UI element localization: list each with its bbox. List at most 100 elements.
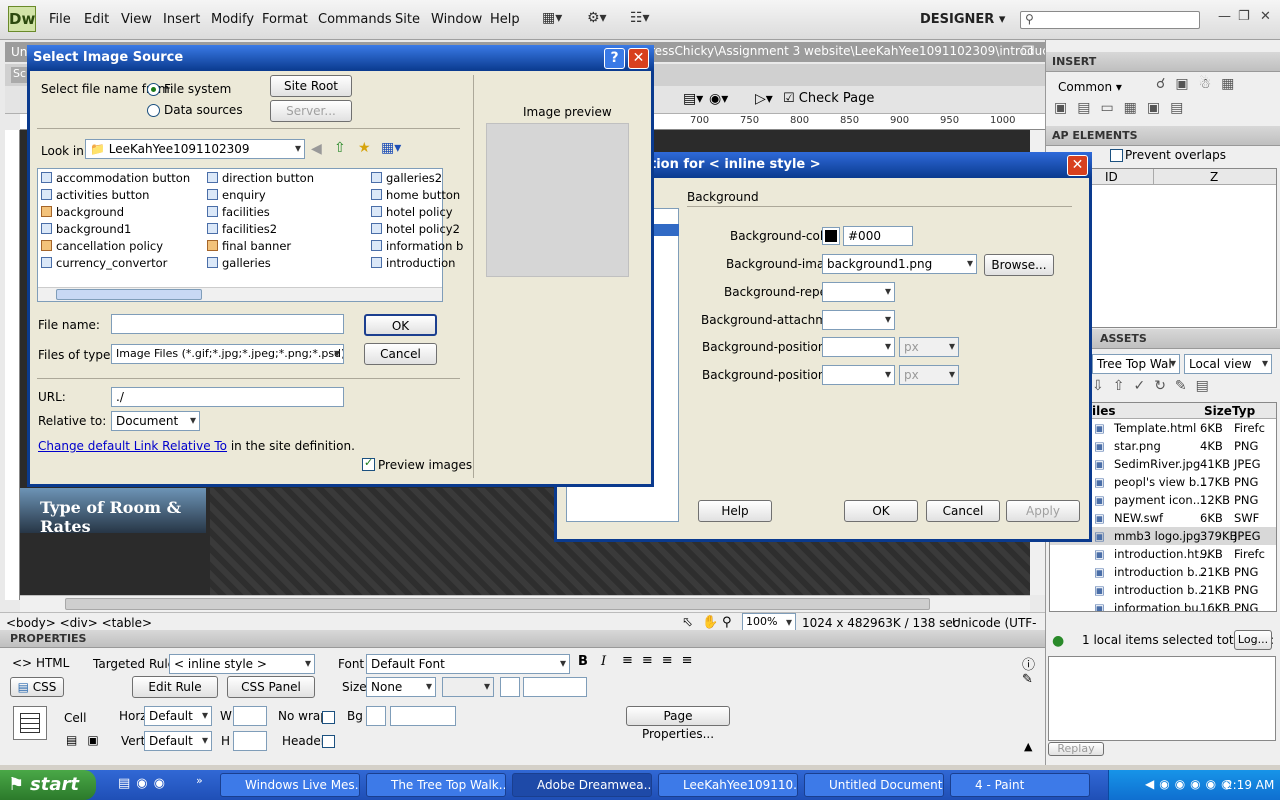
file-row[interactable]: introduction b... 21KB PNG ▣ (1050, 563, 1276, 581)
bg-attachment-select[interactable] (822, 310, 895, 330)
minimize-icon[interactable]: — (1218, 9, 1231, 24)
width-input[interactable] (233, 706, 267, 726)
file-management-icon[interactable]: ▤▾ (683, 91, 703, 107)
server-button[interactable]: Server... (270, 100, 352, 122)
text-color-input[interactable] (523, 677, 587, 697)
file-row[interactable]: introduction b... 21KB PNG ▣ (1050, 581, 1276, 599)
check-page-button[interactable]: ☑ Check Page (783, 91, 874, 106)
files-toolbar-icons[interactable]: ⇩⇧✓↻✎▤ (1092, 378, 1218, 394)
insert-icons[interactable]: ☌▣☃▦ (1156, 76, 1244, 92)
site-icon[interactable]: ☷▾ (630, 10, 660, 30)
browse-button[interactable]: Browse... (984, 254, 1054, 276)
bg-posy-select[interactable] (822, 365, 895, 385)
file-item[interactable]: final banner (207, 239, 291, 253)
ap-elements-header[interactable]: AP ELEMENTS (1046, 126, 1280, 146)
properties-header[interactable]: PROPERTIES (0, 630, 1045, 648)
html-mode-button[interactable]: <> HTML (12, 656, 69, 670)
menu-commands[interactable]: Commands (318, 12, 392, 27)
file-name-input[interactable] (111, 314, 344, 334)
file-item[interactable]: enquiry (207, 188, 266, 202)
file-item[interactable]: background (41, 205, 124, 219)
bg-image-select[interactable]: background1.png (822, 254, 977, 274)
quick-tag-icon[interactable]: ✎ (1022, 672, 1033, 687)
file-list-scrollbar[interactable] (38, 287, 442, 301)
horz-select[interactable]: Default (144, 706, 212, 726)
layout-icon[interactable]: ▦▾ (542, 10, 572, 30)
bg-color-value[interactable]: #000 (843, 226, 913, 246)
task-explorer-folder[interactable]: LeeKahYee109110... (658, 773, 798, 797)
menu-window[interactable]: Window (431, 12, 482, 27)
files-of-type-select[interactable]: Image Files (*.gif;*.jpg;*.jpeg;*.png;*.… (111, 344, 344, 364)
file-list[interactable]: accommodation button activities button bac… (37, 168, 463, 302)
insert-panel-header[interactable]: INSERT (1046, 52, 1280, 72)
gear-icon[interactable]: ⚙▾ (587, 10, 617, 30)
new-folder-icon[interactable]: ★ (358, 140, 371, 156)
search-input[interactable]: ⚲ (1020, 11, 1200, 29)
file-item[interactable]: galleries2 (371, 171, 442, 185)
relative-to-select[interactable]: Document (111, 411, 200, 431)
css-help-button[interactable]: Help (698, 500, 772, 522)
file-item[interactable]: facilities (207, 205, 270, 219)
bg-color-picker[interactable] (822, 227, 840, 245)
quick-launch-icons[interactable]: ▤◉◉ (118, 776, 171, 791)
close-icon[interactable]: ✕ (1260, 9, 1271, 24)
zoom-tool-icon[interactable]: ⚲ (722, 615, 732, 630)
bg-posx-select[interactable] (822, 337, 895, 357)
size-select[interactable]: None (366, 677, 436, 697)
back-icon[interactable]: ◀ (311, 141, 322, 157)
merge-split-icons[interactable]: ▤▣ (66, 733, 109, 747)
italic-icon[interactable]: I (601, 654, 606, 669)
file-item[interactable]: cancellation policy (41, 239, 163, 253)
hand-tool-icon[interactable]: ✋ (702, 615, 718, 630)
site-root-button[interactable]: Site Root (270, 75, 352, 97)
insert-icons-row2[interactable]: ▣▤▭▦▣▤ (1054, 100, 1193, 116)
file-item[interactable]: home button (371, 188, 460, 202)
bold-icon[interactable]: B (578, 654, 588, 669)
url-input[interactable]: ./ (111, 387, 344, 407)
start-button[interactable]: ⚑ start (0, 770, 96, 800)
visual-aids-icon[interactable]: ▷▾ (755, 91, 773, 107)
file-item[interactable]: activities button (41, 188, 149, 202)
menu-help[interactable]: Help (490, 12, 520, 27)
file-item[interactable]: direction button (207, 171, 314, 185)
prevent-overlaps-checkbox[interactable] (1110, 149, 1123, 162)
edit-rule-button[interactable]: Edit Rule (132, 676, 218, 698)
file-system-radio[interactable] (147, 83, 160, 96)
data-sources-radio[interactable] (147, 104, 160, 117)
bg-repeat-select[interactable] (822, 282, 895, 302)
css-panel-button[interactable]: CSS Panel (227, 676, 315, 698)
page-properties-button[interactable]: Page Properties... (626, 706, 730, 741)
selected-category[interactable] (651, 224, 679, 236)
menu-insert[interactable]: Insert (163, 12, 200, 27)
file-item[interactable]: introduction (371, 256, 455, 270)
task-paint[interactable]: 4 - Paint (950, 773, 1090, 797)
file-item[interactable]: galleries (207, 256, 271, 270)
document-tab[interactable]: Un (11, 45, 27, 59)
menu-modify[interactable]: Modify (211, 12, 254, 27)
file-item[interactable]: currency_convertor (41, 256, 167, 270)
text-color-swatch[interactable] (500, 677, 520, 697)
dialog-close-icon[interactable]: ✕ (628, 48, 649, 69)
site-select[interactable]: Tree Top Wal (1092, 354, 1180, 374)
horizontal-scrollbar[interactable] (20, 595, 1030, 612)
tag-selector[interactable]: <body> <div> <table> (6, 616, 152, 630)
restore-icon[interactable]: ❐ (1238, 9, 1250, 24)
menu-file[interactable]: File (49, 12, 71, 27)
height-input[interactable] (233, 731, 267, 751)
preview-images-checkbox[interactable]: ✓ (362, 456, 375, 471)
insert-category-select[interactable]: Common ▾ (1058, 80, 1122, 94)
menu-view[interactable]: View (121, 12, 152, 27)
look-in-select[interactable]: 📁 LeeKahYee1091102309 (85, 139, 305, 159)
file-item[interactable]: facilities2 (207, 222, 277, 236)
task-dreamweaver[interactable]: Adobe Dreamwea... (512, 773, 652, 797)
cancel-button[interactable]: Cancel (364, 343, 437, 365)
help-icon[interactable]: ⓘ (1022, 654, 1035, 673)
bg-color-input[interactable] (390, 706, 456, 726)
quick-launch-more-icon[interactable]: » (196, 774, 203, 787)
log-button[interactable]: Log... (1234, 630, 1272, 650)
file-item[interactable]: information b (371, 239, 463, 253)
pointer-tool-icon[interactable]: ⬁ (682, 615, 693, 630)
zoom-select[interactable]: 100% (742, 613, 796, 631)
workspace-switcher[interactable]: DESIGNER ▾ (920, 12, 1005, 27)
targeted-rule-select[interactable]: < inline style > (169, 654, 315, 674)
